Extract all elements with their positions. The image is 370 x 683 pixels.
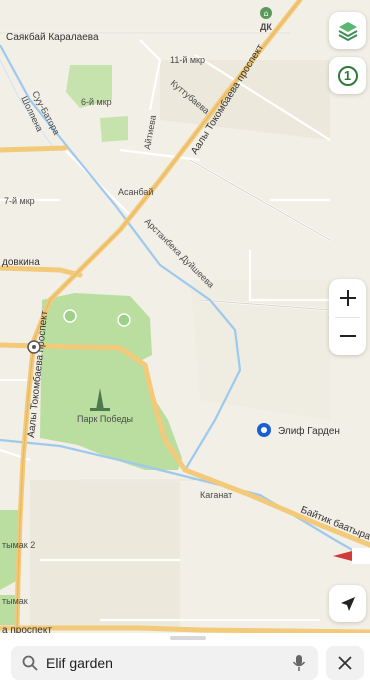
street-label-mkr-11: 11-й мкр bbox=[170, 55, 205, 65]
street-label-sayakbay: Саякбай Каралаева bbox=[6, 31, 99, 43]
svg-text:⌂: ⌂ bbox=[263, 9, 268, 18]
svg-text:ДК: ДК bbox=[260, 22, 272, 32]
zoom-out-button[interactable] bbox=[329, 317, 366, 355]
street-label-tymak-2: тымак 2 bbox=[2, 540, 35, 550]
street-label-dovkina: довкина bbox=[2, 257, 40, 268]
park-area bbox=[0, 510, 18, 590]
layers-button[interactable] bbox=[329, 12, 366, 49]
map-canvas[interactable]: Саякбай Каралаева Суу-Батора Шолпена 11-… bbox=[0, 0, 370, 683]
traffic-level-badge: 1 bbox=[337, 65, 358, 86]
zoom-in-button[interactable] bbox=[329, 279, 366, 317]
street-label-tymak: тымак bbox=[2, 596, 28, 606]
search-icon bbox=[22, 655, 38, 671]
search-input[interactable]: Elif garden bbox=[11, 646, 318, 680]
navigation-arrow-icon bbox=[340, 596, 355, 611]
microphone-icon[interactable] bbox=[292, 654, 306, 672]
street-label-mkr-7: 7-й мкр bbox=[4, 196, 35, 206]
svg-text:Элиф Гарден: Элиф Гарден bbox=[278, 425, 340, 437]
svg-text:Парк Победы: Парк Победы bbox=[77, 414, 133, 424]
search-query-text: Elif garden bbox=[46, 655, 113, 671]
close-search-button[interactable] bbox=[326, 646, 364, 680]
sheet-drag-handle[interactable] bbox=[170, 636, 206, 640]
plus-icon bbox=[339, 290, 356, 306]
my-location-button[interactable] bbox=[329, 585, 366, 622]
zoom-controls bbox=[329, 279, 366, 355]
street-label-mkr-6: 6-й мкр bbox=[81, 97, 112, 107]
close-icon bbox=[338, 656, 352, 670]
street-label-kaganat: Каганат bbox=[200, 490, 232, 500]
metro-marker bbox=[27, 340, 41, 354]
minus-icon bbox=[339, 335, 356, 337]
layers-icon bbox=[338, 21, 357, 41]
park-area bbox=[100, 116, 128, 142]
street-label-asanbay: Асанбай bbox=[118, 187, 153, 197]
traffic-level-button[interactable]: 1 bbox=[329, 57, 366, 94]
